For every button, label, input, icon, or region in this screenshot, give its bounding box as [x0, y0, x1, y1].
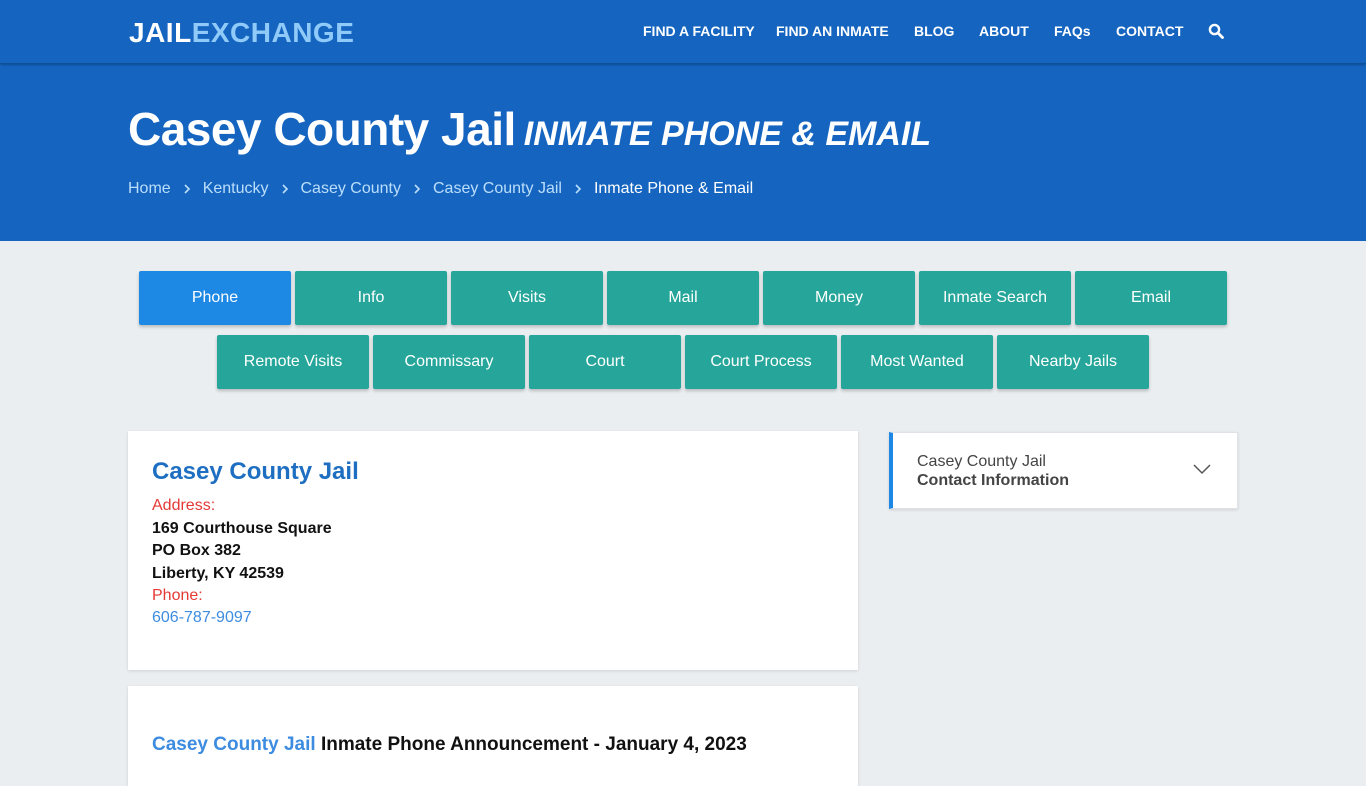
- site-logo[interactable]: JAILEXCHANGE: [129, 17, 354, 49]
- announcement-text: Inmate Phone Announcement - January 4, 2…: [315, 734, 747, 755]
- hero-banner: Casey County Jail INMATE PHONE & EMAIL Ho…: [0, 64, 1366, 241]
- page-title-subtitle: INMATE PHONE & EMAIL: [523, 115, 932, 153]
- address-label: Address:: [152, 497, 216, 514]
- tab-court[interactable]: Court: [529, 335, 681, 389]
- logo-exchange-text: EXCHANGE: [191, 17, 355, 48]
- breadcrumb-casey-county-jail[interactable]: Casey County Jail: [433, 180, 562, 198]
- tab-phone[interactable]: Phone: [139, 271, 291, 325]
- nav-find-an-inmate[interactable]: FIND AN INMATE: [776, 23, 889, 39]
- breadcrumb-kentucky[interactable]: Kentucky: [203, 180, 269, 198]
- facility-info-card: Casey County Jail Address: 169 Courthous…: [128, 431, 858, 670]
- address-line-2: PO Box 382: [152, 542, 241, 559]
- page-title-main: Casey County Jail: [128, 103, 516, 155]
- tab-email[interactable]: Email: [1075, 271, 1227, 325]
- accordion-title-line2: Contact Information: [917, 472, 1069, 489]
- address-line-1: 169 Courthouse Square: [152, 520, 332, 537]
- tab-most-wanted[interactable]: Most Wanted: [841, 335, 993, 389]
- address-line-3: Liberty, KY 42539: [152, 565, 284, 582]
- announcement-card: Casey County Jail Inmate Phone Announcem…: [128, 686, 858, 786]
- breadcrumb-current: Inmate Phone & Email: [593, 180, 754, 197]
- breadcrumb: Home Kentucky Casey County Casey County …: [128, 178, 753, 200]
- top-navbar: JAILEXCHANGE FIND A FACILITY FIND AN INM…: [0, 0, 1366, 64]
- facility-name: Casey County Jail: [152, 458, 359, 485]
- nav-contact[interactable]: CONTACT: [1116, 23, 1183, 39]
- page-title: Casey County Jail INMATE PHONE & EMAIL: [128, 102, 931, 161]
- breadcrumb-casey-county[interactable]: Casey County: [301, 180, 402, 198]
- search-icon[interactable]: [1208, 23, 1224, 39]
- tab-mail[interactable]: Mail: [607, 271, 759, 325]
- tab-info[interactable]: Info: [295, 271, 447, 325]
- chevron-right-icon: [184, 184, 190, 194]
- announcement-facility-link[interactable]: Casey County Jail: [152, 734, 316, 755]
- nav-find-a-facility[interactable]: FIND A FACILITY: [643, 23, 755, 39]
- tab-money[interactable]: Money: [763, 271, 915, 325]
- announcement-heading: Casey County Jail Inmate Phone Announcem…: [152, 733, 747, 757]
- chevron-right-icon: [575, 184, 582, 194]
- tabs-row-2: Remote Visits Commissary Court Court Pro…: [0, 335, 1366, 389]
- phone-link[interactable]: 606-787-9097: [152, 608, 252, 628]
- tab-court-process[interactable]: Court Process: [685, 335, 837, 389]
- chevron-right-icon: [281, 184, 288, 194]
- tab-visits[interactable]: Visits: [451, 271, 603, 325]
- tab-remote-visits[interactable]: Remote Visits: [217, 335, 369, 389]
- tab-nearby-jails[interactable]: Nearby Jails: [997, 335, 1149, 389]
- nav-about[interactable]: ABOUT: [979, 23, 1029, 39]
- tabs-row-1: Phone Info Visits Mail Money Inmate Sear…: [0, 271, 1366, 325]
- chevron-down-icon[interactable]: [1193, 463, 1211, 475]
- breadcrumb-home[interactable]: Home: [128, 180, 171, 198]
- logo-jail-text: JAIL: [129, 17, 192, 48]
- tab-inmate-search[interactable]: Inmate Search: [919, 271, 1071, 325]
- chevron-right-icon: [414, 184, 421, 194]
- nav-faqs[interactable]: FAQs: [1054, 23, 1091, 39]
- tab-commissary[interactable]: Commissary: [373, 335, 525, 389]
- nav-blog[interactable]: BLOG: [914, 23, 954, 39]
- phone-label: Phone:: [152, 587, 203, 604]
- contact-info-accordion[interactable]: Casey County Jail Contact Information: [889, 432, 1238, 509]
- accordion-title-line1: Casey County Jail: [917, 453, 1046, 470]
